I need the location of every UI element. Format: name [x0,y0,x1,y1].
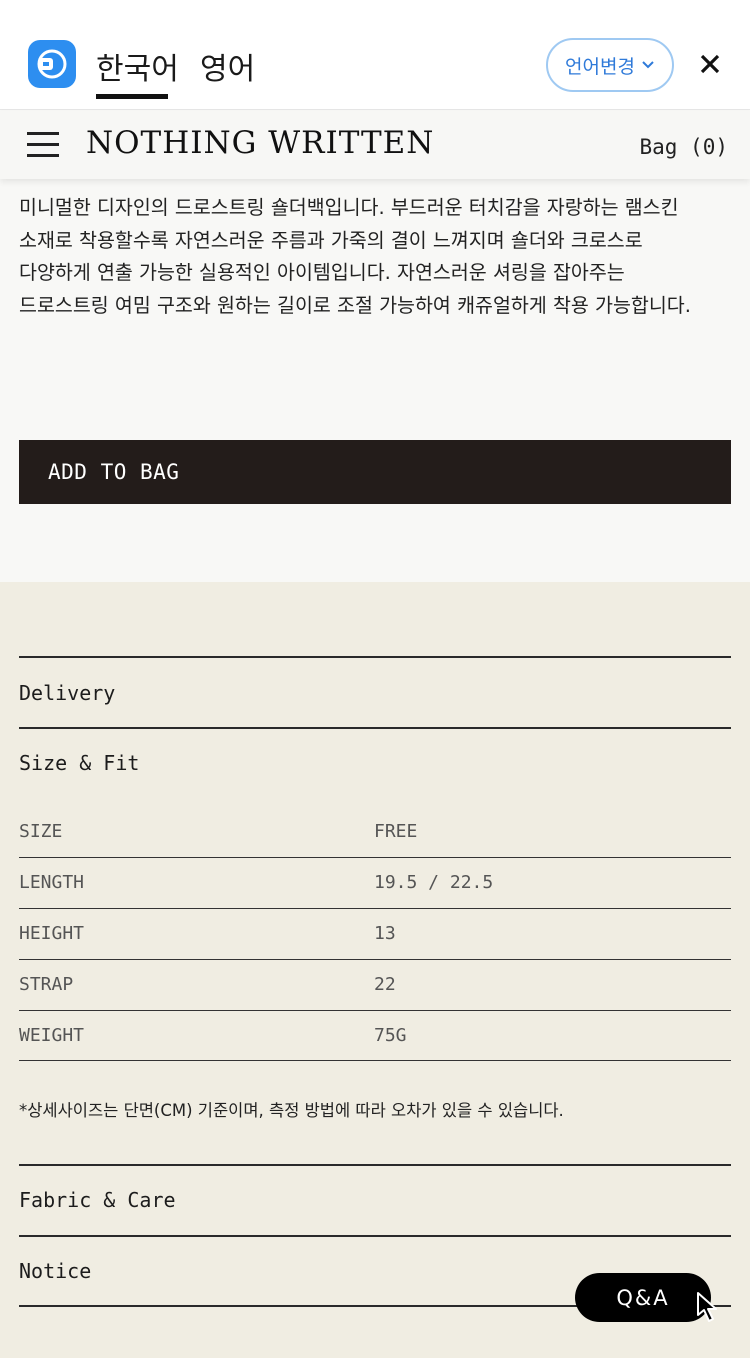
tab-english[interactable]: 영어 [200,44,255,88]
brand-logo[interactable]: NOTHING WRITTEN [86,125,434,161]
size-note: *상세사이즈는 단면(CM) 기준이며, 측정 방법에 따라 오차가 있을 수 … [19,1101,564,1120]
chevron-down-icon [642,61,654,69]
description-line: 드로스트링 여밈 구조와 원하는 길이로 조절 가능하여 캐쥬얼하게 착용 가능… [19,293,691,317]
change-language-button[interactable]: 언어변경 [546,38,674,92]
strap-value: 22 [374,974,396,995]
size-label: SIZE [19,821,63,842]
active-tab-indicator [96,94,168,99]
description-line: 미니멀한 디자인의 드로스트링 숄더백입니다. 부드러운 터치감을 자랑하는 램… [19,196,679,219]
delivery-toggle[interactable]: Delivery [19,681,115,705]
description-line: 소재로 착용할수록 자연스러운 주름과 가죽의 결이 느껴지며 숄더와 크로스로 [19,228,643,252]
qa-button[interactable]: Q&A [575,1273,711,1322]
table-divider [19,1010,731,1011]
strap-label: STRAP [19,974,74,995]
hamburger-icon[interactable] [27,132,59,158]
translate-bar: 한국어 영어 언어변경 [0,0,750,110]
pointer-cursor-icon [697,1292,717,1322]
weight-value: 75G [374,1025,407,1046]
height-value: 13 [374,923,396,944]
product-description: 미니멀한 디자인의 드로스트링 숄더백입니다. 부드러운 터치감을 자랑하는 램… [19,192,734,322]
close-icon[interactable] [694,48,726,80]
notice-toggle[interactable]: Notice [19,1259,91,1283]
tab-korean[interactable]: 한국어 [96,44,179,88]
length-value: 19.5 / 22.5 [374,872,494,893]
weight-label: WEIGHT [19,1025,85,1046]
description-line: 다양하게 연출 가능한 실용적인 아이템입니다. 자연스러운 셔링을 잡아주는 [19,261,625,284]
table-divider [19,959,731,960]
fabric-care-toggle[interactable]: Fabric & Care [19,1188,176,1212]
divider [19,1164,731,1166]
table-divider [19,1060,731,1061]
divider [19,727,731,729]
bag-link[interactable]: Bag (0) [639,135,728,159]
length-label: LENGTH [19,872,85,893]
height-label: HEIGHT [19,923,85,944]
table-divider [19,857,731,858]
translate-app-icon [28,40,76,88]
table-divider [19,908,731,909]
add-to-bag-button[interactable]: ADD TO BAG [19,440,731,504]
divider [19,1235,731,1237]
site-header: NOTHING WRITTEN Bag (0) [0,111,750,179]
change-language-label: 언어변경 [565,55,635,78]
size-value: FREE [374,821,418,842]
size-fit-toggle[interactable]: Size & Fit [19,751,139,775]
divider [19,656,731,658]
